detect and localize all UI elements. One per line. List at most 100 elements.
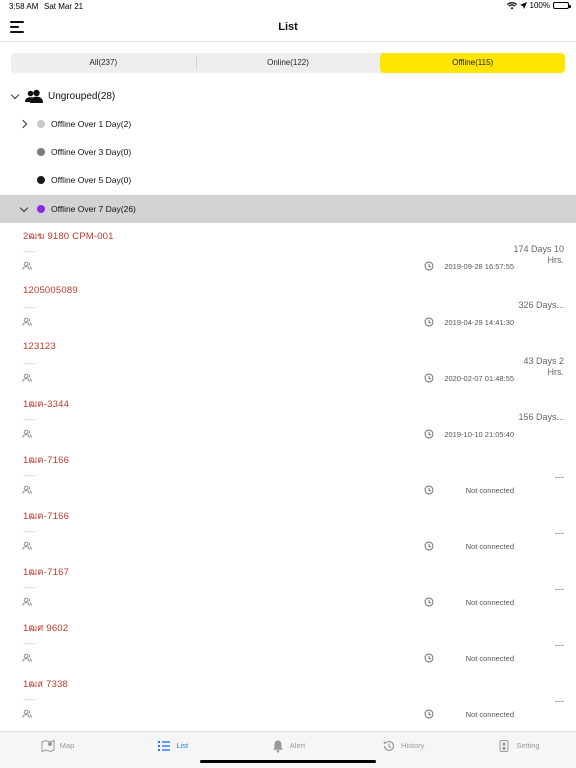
last-seen-time: Not connected — [465, 542, 514, 551]
status-dot — [37, 176, 45, 184]
device-row[interactable]: 1ฒค-7166 ----- Not connected --- — [0, 505, 576, 561]
users-icon — [22, 653, 32, 663]
last-seen-time: 2020-02-07 01:48:55 — [444, 374, 514, 383]
home-indicator — [200, 760, 376, 763]
device-subtitle: ----- — [23, 359, 36, 368]
users-icon — [22, 373, 32, 383]
status-date: Sat Mar 21 — [44, 2, 84, 11]
offline-duration: --- — [555, 584, 564, 594]
offline-duration: --- — [555, 640, 564, 650]
chevron-down-icon — [20, 205, 28, 213]
device-name: 1205005089 — [23, 285, 78, 296]
device-row[interactable]: 123123 ----- 2020-02-07 01:48:55 43 Days 2 … — [0, 337, 576, 393]
tab-setting[interactable]: Setting — [461, 732, 576, 768]
tab-map[interactable]: Map — [0, 732, 115, 768]
segment-online[interactable]: Online(122) — [195, 53, 381, 73]
status-dot — [37, 205, 45, 213]
device-subtitle: ----- — [23, 527, 36, 536]
device-name: 2ฒฆ 9180 CPM-001 — [23, 231, 114, 242]
users-icon — [22, 541, 32, 551]
status-dot — [37, 120, 45, 128]
device-subtitle: ----- — [23, 471, 36, 480]
wifi-icon — [506, 1, 517, 9]
clock-icon — [424, 653, 434, 663]
segment-offline[interactable]: Offline(115) — [380, 53, 566, 73]
device-name: 123123 — [23, 341, 56, 352]
users-icon — [22, 709, 32, 719]
chevron-right-icon — [20, 120, 28, 128]
status-time: 3:58 AM — [9, 2, 39, 11]
location-icon — [519, 2, 527, 9]
clock-icon — [424, 541, 434, 551]
last-seen-time: Not connected — [465, 598, 514, 607]
device-name: 1ฒศ 9602 — [23, 623, 69, 634]
device-name: 1ฒค-7167 — [23, 567, 70, 578]
filter-segment: All(237) Online(122) Offline(115) — [11, 53, 566, 73]
device-name: 1ฒค-3344 — [23, 399, 70, 410]
clock-icon — [424, 429, 434, 439]
subgroup-label: Offline Over 3 Day(0) — [51, 147, 132, 157]
status-dot — [37, 148, 45, 156]
offline-duration: --- — [555, 472, 564, 482]
offline-duration: --- — [555, 696, 564, 706]
tab-label: Alert — [289, 741, 306, 750]
device-row[interactable]: 1ฒส 7338 ----- Not connected --- — [0, 673, 576, 729]
offline-duration: 174 Days 10 Hrs. — [513, 244, 564, 265]
page-title: List — [278, 21, 298, 33]
chevron-down-icon — [11, 92, 19, 100]
clock-icon — [424, 709, 434, 719]
device-name: 1ฒส 7338 — [23, 679, 69, 690]
device-row[interactable]: 1ฒค-7166 ----- Not connected --- — [0, 449, 576, 505]
device-row[interactable]: 1205005089 ----- 2019-04-29 14:41:30 326 Da… — [0, 281, 576, 337]
clock-icon — [424, 261, 434, 271]
offline-duration: --- — [555, 528, 564, 538]
subgroup-row-7day[interactable]: Offline Over 7 Day(26) — [0, 195, 576, 223]
last-seen-time: 2019-04-29 14:41:30 — [444, 318, 514, 327]
users-icon — [22, 317, 32, 327]
last-seen-time: Not connected — [465, 710, 514, 719]
subgroup-label: Offline Over 7 Day(26) — [51, 204, 136, 214]
nav-bar: List — [0, 14, 576, 42]
map-icon — [41, 739, 55, 752]
device-row[interactable]: 1ฒค-3344 ----- 2019-10-10 21:05:40 156 Days… — [0, 393, 576, 449]
device-row[interactable]: 1ฒค-7167 ----- Not connected --- — [0, 561, 576, 617]
tab-label: Setting — [516, 741, 540, 750]
setting-icon — [499, 739, 509, 752]
group-label: Ungrouped(28) — [48, 90, 116, 102]
device-subtitle: ----- — [23, 247, 36, 256]
last-seen-time: Not connected — [465, 654, 514, 663]
subgroup-row-5day[interactable]: Offline Over 5 Day(0) — [0, 166, 576, 194]
battery-icon — [553, 2, 571, 9]
offline-duration: 43 Days 2 Hrs. — [523, 356, 564, 377]
offline-duration: 326 Days... — [518, 300, 564, 310]
history-icon — [383, 740, 395, 751]
device-row[interactable]: 1ฒศ 9602 ----- Not connected --- — [0, 617, 576, 673]
subgroup-label: Offline Over 1 Day(2) — [51, 119, 132, 129]
device-subtitle: ----- — [23, 583, 36, 592]
segment-all[interactable]: All(237) — [11, 53, 196, 73]
device-subtitle: ----- — [23, 303, 36, 312]
subgroup-label: Offline Over 5 Day(0) — [51, 175, 132, 185]
bell-icon — [272, 740, 283, 753]
users-icon — [22, 429, 32, 439]
last-seen-time: 2019-09-28 16:57:55 — [444, 262, 514, 271]
subgroup-row-1day[interactable]: Offline Over 1 Day(2) — [0, 110, 576, 138]
status-right: 100% — [506, 1, 571, 10]
clock-icon — [424, 485, 434, 495]
device-row[interactable]: 2ฒฆ 9180 CPM-001 ----- 2019-09-28 16:57:55… — [0, 225, 576, 281]
users-icon — [22, 485, 32, 495]
users-icon — [22, 261, 32, 271]
last-seen-time: Not connected — [465, 486, 514, 495]
device-subtitle: ----- — [23, 639, 36, 648]
last-seen-time: 2019-10-10 21:05:40 — [444, 430, 514, 439]
clock-icon — [424, 317, 434, 327]
device-name: 1ฒค-7166 — [23, 455, 70, 466]
battery-percent: 100% — [529, 1, 550, 10]
subgroup-row-3day[interactable]: Offline Over 3 Day(0) — [0, 138, 576, 166]
device-subtitle: ----- — [23, 415, 36, 424]
clock-icon — [424, 373, 434, 383]
users-icon — [22, 597, 32, 607]
device-name: 1ฒค-7166 — [23, 511, 70, 522]
list-icon — [158, 740, 171, 751]
group-row-ungrouped[interactable]: Ungrouped(28) — [0, 84, 576, 108]
